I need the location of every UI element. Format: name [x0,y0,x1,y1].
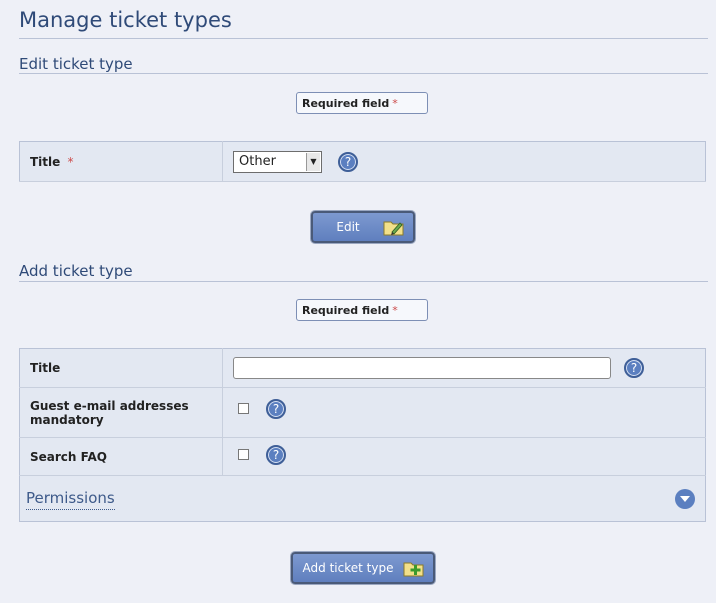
add-section-divider [19,281,708,282]
permissions-panel[interactable]: Permissions [19,476,706,522]
required-star: * [392,96,398,110]
guest-email-value-cell: ? [222,387,706,438]
add-ticket-type-button-label: Add ticket type [302,561,394,575]
folder-edit-icon [383,221,404,236]
required-star: * [392,303,398,317]
add-form-table: Title ? Guest e-mail addresses mandatory… [19,348,706,476]
edit-button-label: Edit [336,220,360,234]
chevron-down-icon[interactable]: ▼ [306,152,320,171]
add-title-row: Title ? [19,348,706,388]
edit-form-table: Title * Other ▼ ? [19,141,706,182]
edit-button[interactable]: Edit [311,211,415,243]
guest-email-row: Guest e-mail addresses mandatory ? [19,387,706,438]
add-title-value-cell: ? [222,348,706,388]
add-title-label-cell: Title [19,348,223,388]
guest-email-label-cell: Guest e-mail addresses mandatory [19,387,223,438]
search-faq-checkbox[interactable] [238,449,249,460]
search-faq-value-cell: ? [222,437,706,476]
ticket-type-select-value: Other [239,154,276,169]
add-section-heading: Add ticket type [19,262,133,280]
edit-title-label-cell: Title * [19,141,223,182]
help-icon[interactable]: ? [266,444,287,465]
edit-title-row: Title * Other ▼ ? [19,141,706,182]
required-star: * [67,154,74,169]
search-faq-row: Search FAQ ? [19,437,706,476]
edit-title-label: Title [30,154,61,169]
add-required-legend: Required field * [296,299,428,321]
chevron-down-icon[interactable] [675,489,695,509]
help-icon[interactable]: ? [266,398,287,419]
edit-section-divider [19,73,708,74]
edit-section-heading: Edit ticket type [19,55,133,73]
page-title: Manage ticket types [19,8,232,32]
edit-title-value-cell: Other ▼ ? [222,141,706,182]
guest-email-label: Guest e-mail addresses mandatory [30,398,189,427]
help-icon[interactable]: ? [338,151,359,172]
guest-email-checkbox[interactable] [238,403,249,414]
title-input[interactable] [233,357,611,379]
required-legend-label: Required field [302,96,390,110]
help-icon[interactable]: ? [624,358,645,378]
search-faq-label-cell: Search FAQ [19,437,223,476]
required-legend-label: Required field [302,303,390,317]
edit-required-legend: Required field * [296,92,428,114]
add-title-label: Title [30,361,61,375]
permissions-toggle[interactable]: Permissions [26,489,115,510]
ticket-type-select[interactable]: Other ▼ [233,150,322,173]
search-faq-label: Search FAQ [30,449,107,464]
title-divider [19,38,708,39]
folder-add-icon [403,562,424,577]
add-ticket-type-button[interactable]: Add ticket type [291,552,435,584]
